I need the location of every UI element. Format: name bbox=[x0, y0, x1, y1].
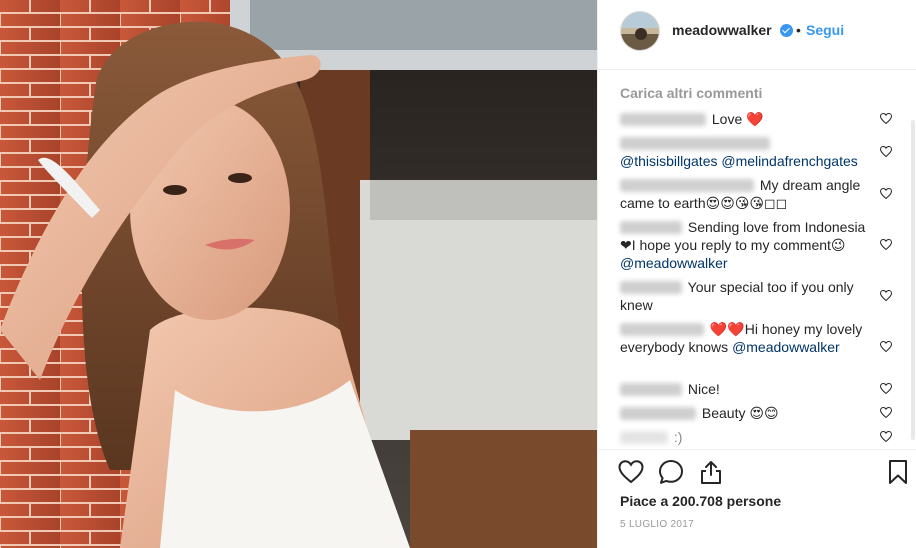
header-separator: • bbox=[796, 22, 801, 38]
comment-item: @thisisbillgates @melindafrenchgates bbox=[620, 134, 870, 170]
load-more-comments-button[interactable]: Carica altri commenti bbox=[620, 85, 762, 101]
comment-item: Your special too if you only knew bbox=[620, 278, 870, 314]
comment-text: Nice! bbox=[687, 381, 720, 397]
post-header: meadowwalker • Segui bbox=[598, 0, 916, 70]
comment-like-heart-icon[interactable] bbox=[880, 113, 892, 124]
comment-username[interactable] bbox=[620, 406, 696, 420]
comments-list[interactable]: Carica altri commenti Love ❤️ @thisisbil… bbox=[598, 71, 916, 449]
comment-username[interactable] bbox=[620, 178, 754, 192]
comment-item: My dream angle came to earth😍😍😘😘◻◻ bbox=[620, 176, 870, 212]
comment-item: Sending love from Indonesia❤I hope you r… bbox=[620, 218, 870, 272]
comment-like-heart-icon[interactable] bbox=[880, 407, 892, 418]
comment-item: Beauty 😍😊 bbox=[620, 404, 870, 422]
comment-text: :) bbox=[673, 429, 683, 445]
post-date[interactable]: 5 LUGLIO 2017 bbox=[620, 519, 694, 530]
comment-like-heart-icon[interactable] bbox=[880, 188, 892, 199]
comment-username[interactable] bbox=[620, 382, 682, 396]
comment-username[interactable] bbox=[620, 136, 770, 150]
verified-badge-icon bbox=[780, 24, 793, 37]
bookmark-icon[interactable] bbox=[885, 459, 911, 485]
username-link[interactable]: meadowwalker bbox=[672, 22, 772, 38]
comment-like-heart-icon[interactable] bbox=[880, 383, 892, 394]
avatar-image bbox=[621, 12, 659, 50]
comment-item: ❤️❤️Hi honey my lovely everybody knows @… bbox=[620, 320, 870, 356]
post-photo[interactable] bbox=[0, 0, 597, 548]
comment-username[interactable] bbox=[620, 322, 704, 336]
comment-item: :) bbox=[620, 428, 870, 446]
comment-like-heart-icon[interactable] bbox=[880, 290, 892, 301]
comment-icon[interactable] bbox=[658, 459, 684, 485]
likes-count[interactable]: Piace a 200.708 persone bbox=[620, 493, 781, 509]
comment-item: Love ❤️ bbox=[620, 110, 870, 128]
comment-like-heart-icon[interactable] bbox=[880, 239, 892, 250]
share-icon[interactable] bbox=[698, 459, 724, 485]
comment-like-heart-icon[interactable] bbox=[880, 341, 892, 352]
post-sidebar: meadowwalker • Segui Carica altri commen… bbox=[597, 0, 916, 548]
comment-like-heart-icon[interactable] bbox=[880, 146, 892, 157]
comment-text: Beauty 😍😊 bbox=[701, 405, 779, 421]
heart-icon[interactable] bbox=[618, 459, 644, 485]
comment-mention-link[interactable]: @thisisbillgates @melindafrenchgates bbox=[620, 153, 858, 169]
comments-scrollbar[interactable] bbox=[911, 120, 915, 440]
comment-username[interactable] bbox=[620, 220, 682, 234]
post-image bbox=[0, 0, 597, 548]
follow-button[interactable]: Segui bbox=[806, 22, 844, 38]
comment-username[interactable] bbox=[620, 430, 668, 444]
post-actions: Piace a 200.708 persone 5 LUGLIO 2017 bbox=[598, 450, 916, 548]
comment-username[interactable] bbox=[620, 280, 682, 294]
comment-like-heart-icon[interactable] bbox=[880, 431, 892, 442]
comment-mention-link[interactable]: @meadowwalker bbox=[732, 339, 840, 355]
comment-text: Love ❤️ bbox=[711, 111, 764, 127]
comment-username[interactable] bbox=[620, 112, 706, 126]
comment-mention-link[interactable]: @meadowwalker bbox=[620, 255, 728, 271]
comment-item: Nice! bbox=[620, 380, 870, 398]
avatar[interactable] bbox=[620, 11, 660, 51]
